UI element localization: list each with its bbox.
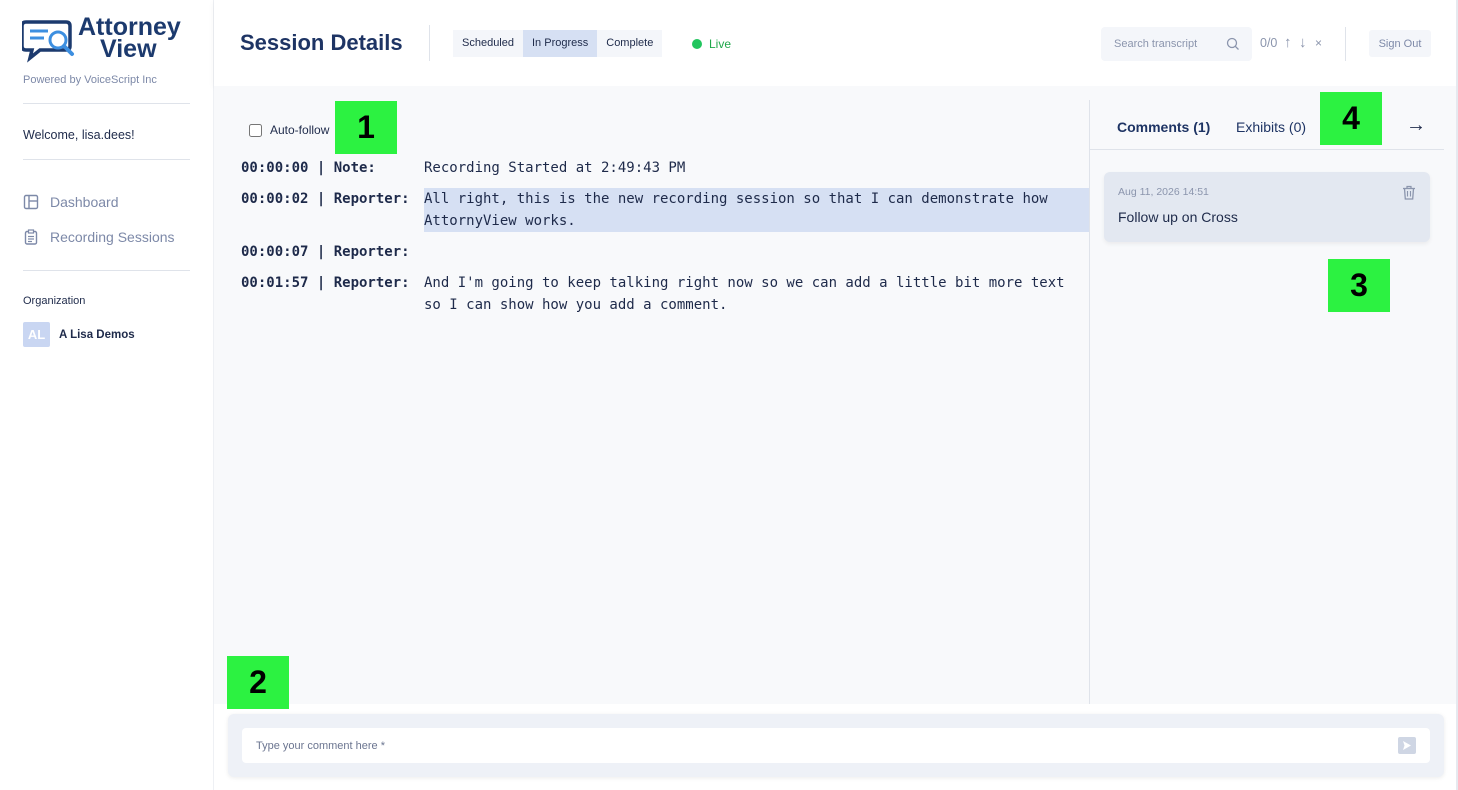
live-label: Live xyxy=(709,37,732,51)
comment-card[interactable]: Aug 11, 2026 14:51 Follow up on Cross xyxy=(1104,172,1430,242)
comment-text: Follow up on Cross xyxy=(1118,209,1238,225)
transcript-line[interactable]: 00:00:00 | Note: Recording Started at 2:… xyxy=(241,157,1090,179)
status-tab-scheduled[interactable]: Scheduled xyxy=(453,30,523,57)
transcript-line[interactable]: 00:01:57 | Reporter: And I'm going to ke… xyxy=(241,272,1090,316)
app-logo[interactable]: Attorney View xyxy=(22,15,192,66)
annotation-tag-2: 2 xyxy=(227,656,289,709)
tab-exhibits[interactable]: Exhibits (0) xyxy=(1236,119,1306,135)
organization-item[interactable]: AL A Lisa Demos xyxy=(23,322,135,347)
annotation-tag-1: 1 xyxy=(335,101,397,154)
sign-out-button[interactable]: Sign Out xyxy=(1369,30,1431,57)
annotation-tag-4: 4 xyxy=(1320,92,1382,145)
transcript-speaker: 00:00:00 | Note: xyxy=(241,160,376,176)
transcript-speaker: 00:00:07 | Reporter: xyxy=(241,244,410,260)
send-comment-button[interactable] xyxy=(1398,737,1416,754)
transcript-panel: Auto-follow 00:00:00 | Note: Recording S… xyxy=(214,86,1090,704)
annotation-tag-3: 3 xyxy=(1328,259,1390,312)
sidebar-item-recording-sessions[interactable]: Recording Sessions xyxy=(23,229,175,245)
live-dot-icon xyxy=(692,39,702,49)
header-divider xyxy=(429,25,430,61)
status-tab-in-progress[interactable]: In Progress xyxy=(523,30,598,57)
comments-panel: Comments (1) Exhibits (0) → Aug 11, 2026… xyxy=(1090,86,1458,704)
comment-input[interactable] xyxy=(242,728,1430,763)
sidebar-item-label: Recording Sessions xyxy=(50,229,175,245)
status-tab-complete[interactable]: Complete xyxy=(597,30,663,57)
sidebar-divider xyxy=(23,103,190,104)
org-avatar: AL xyxy=(23,322,50,347)
transcript-text xyxy=(424,241,1090,263)
auto-follow-checkbox[interactable] xyxy=(249,123,262,137)
auto-follow-label: Auto-follow xyxy=(270,123,330,137)
search-icon[interactable] xyxy=(1226,37,1240,51)
page-title: Session Details xyxy=(240,30,403,55)
live-indicator: Live xyxy=(692,37,731,51)
status-filter: Scheduled In Progress Complete xyxy=(453,30,663,57)
transcript-line[interactable]: 00:00:07 | Reporter: xyxy=(241,241,1090,263)
search-prev-button[interactable]: ↑ xyxy=(1284,34,1292,51)
collapse-panel-arrow-icon[interactable]: → xyxy=(1406,114,1426,137)
search-clear-button[interactable]: × xyxy=(1315,36,1322,50)
trash-icon[interactable] xyxy=(1402,185,1416,200)
search-match-count: 0/0 xyxy=(1260,36,1278,50)
sidebar: Attorney View Powered by VoiceScript Inc… xyxy=(0,0,214,790)
comments-tab-bar: Comments (1) Exhibits (0) → xyxy=(1090,86,1444,150)
auto-follow-toggle[interactable]: Auto-follow xyxy=(249,123,329,137)
powered-by-text: Powered by VoiceScript Inc xyxy=(23,74,157,86)
org-name: A Lisa Demos xyxy=(59,328,135,341)
sidebar-divider xyxy=(23,270,190,271)
transcript-text: Recording Started at 2:49:43 PM xyxy=(424,160,686,176)
logo-line-2: View xyxy=(100,35,157,63)
comment-date: Aug 11, 2026 14:51 xyxy=(1118,186,1209,198)
transcript-speaker: 00:01:57 | Reporter: xyxy=(241,275,410,291)
comment-composer xyxy=(228,714,1444,777)
transcript-speaker: 00:00:02 | Reporter: xyxy=(241,191,410,207)
tab-comments[interactable]: Comments (1) xyxy=(1117,119,1210,135)
sidebar-divider xyxy=(23,159,190,160)
organization-label: Organization xyxy=(23,295,86,307)
dashboard-icon xyxy=(23,194,39,210)
transcript-text: All right, this is the new recording ses… xyxy=(424,188,1090,232)
page-header: Session Details Scheduled In Progress Co… xyxy=(214,0,1458,86)
logo-chat-icon xyxy=(22,20,74,63)
logo-wordmark: Attorney View xyxy=(78,15,181,63)
search-box xyxy=(1101,27,1252,61)
clipboard-icon xyxy=(24,229,38,245)
transcript-line[interactable]: 00:00:02 | Reporter: All right, this is … xyxy=(241,188,1090,232)
transcript-lines: 00:00:00 | Note: Recording Started at 2:… xyxy=(241,157,1090,325)
search-next-button[interactable]: ↓ xyxy=(1299,34,1307,51)
transcript-text: And I'm going to keep talking right now … xyxy=(424,275,1065,313)
sidebar-item-label: Dashboard xyxy=(50,194,119,210)
search-input[interactable] xyxy=(1101,27,1221,61)
welcome-text: Welcome, lisa.dees! xyxy=(23,128,135,142)
sidebar-item-dashboard[interactable]: Dashboard xyxy=(23,194,119,210)
header-divider xyxy=(1345,27,1346,61)
send-icon xyxy=(1403,741,1411,750)
